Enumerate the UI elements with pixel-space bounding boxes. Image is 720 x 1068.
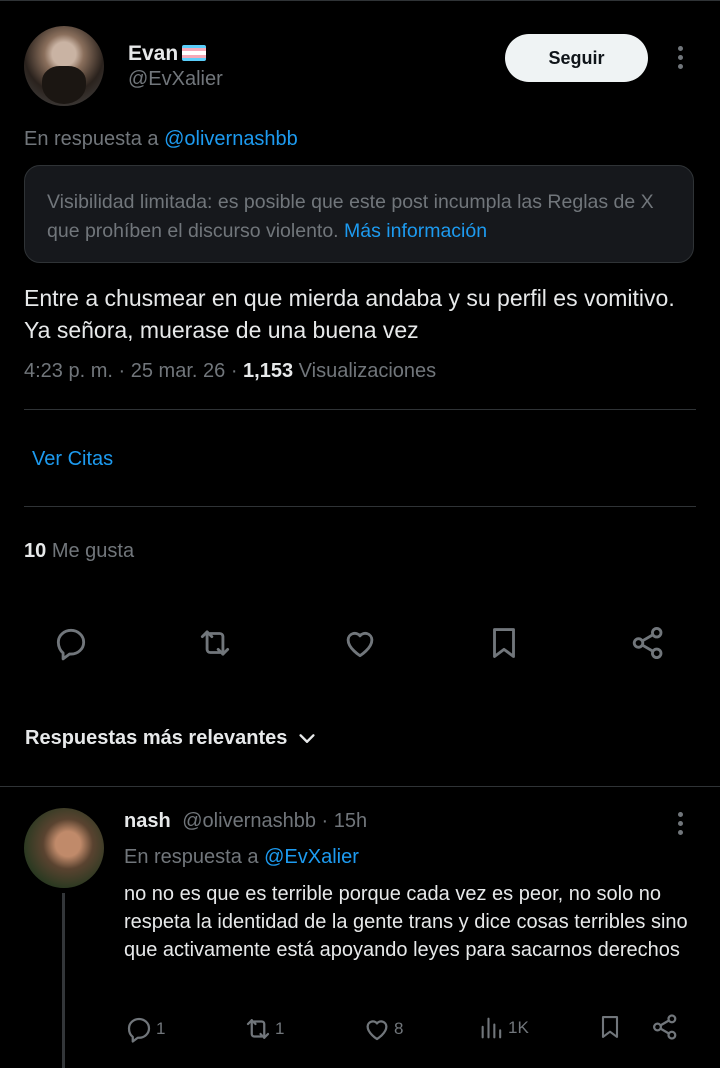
reply-mention-link[interactable]: @olivernashbb xyxy=(164,128,298,150)
reply-text: no no es que es terrible porque cada vez… xyxy=(124,883,688,961)
view-quotes-link[interactable]: Ver Citas xyxy=(32,448,113,471)
sort-replies-label[interactable]: Respuestas más relevantes xyxy=(25,727,287,750)
chevron-down-icon[interactable] xyxy=(296,728,318,750)
like-icon xyxy=(366,1020,388,1041)
section-divider xyxy=(0,786,720,787)
follow-button[interactable]: Seguir xyxy=(505,34,648,82)
reply-reply-context: En respuesta a @EvXalier xyxy=(124,846,359,868)
views-chart-icon xyxy=(481,1017,502,1039)
reply-time[interactable]: · 15h xyxy=(322,810,368,832)
like-icon[interactable] xyxy=(341,624,379,662)
thread-line xyxy=(62,893,65,1068)
reply-reposts-count: 1 xyxy=(275,1019,285,1038)
post-text: Entre a chusmear en que mierda andaba y … xyxy=(24,285,675,343)
author-name-text: Evan xyxy=(128,42,179,65)
more-options-icon[interactable] xyxy=(668,42,692,72)
reply-replies-count: 1 xyxy=(156,1019,166,1038)
more-info-link[interactable]: Más información xyxy=(344,220,487,242)
share-icon[interactable] xyxy=(650,1012,680,1042)
repost-icon[interactable] xyxy=(196,624,234,662)
bookmark-icon[interactable] xyxy=(485,624,523,662)
reply-icon[interactable] xyxy=(52,624,90,662)
reply-author-name[interactable]: nash xyxy=(124,810,171,832)
views-count: 1,153 xyxy=(243,360,294,382)
reply-author-avatar[interactable] xyxy=(24,808,104,888)
reply-views-button[interactable]: 1K xyxy=(478,1014,529,1042)
post-meta: 4:23 p. m. · 25 mar. 26 · 1,153 Visualiz… xyxy=(24,360,437,382)
author-handle[interactable]: @EvXalier xyxy=(128,68,223,91)
reply-more-options-icon[interactable] xyxy=(668,808,692,838)
reply-likes-count: 8 xyxy=(394,1019,404,1038)
repost-icon xyxy=(246,1019,270,1039)
limited-visibility-notice: Visibilidad limitada: es posible que est… xyxy=(24,165,694,263)
post-time[interactable]: 4:23 p. m. xyxy=(24,360,113,382)
top-divider xyxy=(0,0,720,1)
reply-like-button[interactable]: 8 xyxy=(362,1014,403,1044)
reply-author-handle[interactable]: @olivernashbb xyxy=(182,810,316,832)
transgender-flag-icon xyxy=(182,45,207,61)
views-label: Visualizaciones xyxy=(298,360,437,382)
reply-views-count: 1K xyxy=(508,1018,529,1037)
likes-count[interactable]: 10 Me gusta xyxy=(24,540,134,563)
share-icon[interactable] xyxy=(629,624,667,662)
reply-reply-button[interactable]: 1 xyxy=(124,1014,165,1044)
post-date[interactable]: 25 mar. 26 xyxy=(131,360,226,382)
reply-repost-button[interactable]: 1 xyxy=(243,1014,284,1044)
reply-icon xyxy=(127,1017,151,1043)
reply-header: nash @olivernashbb · 15h xyxy=(124,810,367,833)
divider xyxy=(24,506,696,507)
author-name[interactable]: Evan xyxy=(128,42,207,66)
divider xyxy=(24,409,696,410)
bookmark-icon[interactable] xyxy=(596,1012,624,1042)
reply-reply-mention-link[interactable]: @EvXalier xyxy=(264,846,359,868)
author-avatar[interactable] xyxy=(24,26,104,106)
reply-context: En respuesta a @olivernashbb xyxy=(24,128,298,150)
